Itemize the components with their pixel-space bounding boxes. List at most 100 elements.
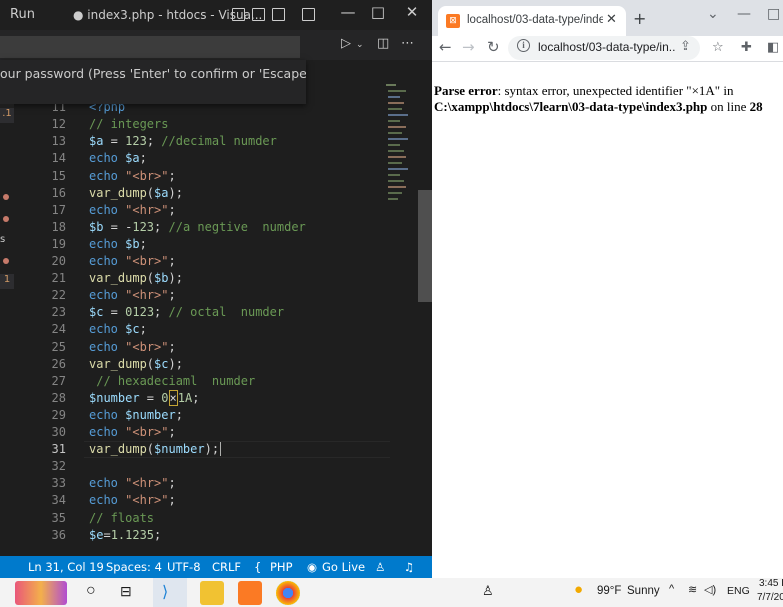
- tab-close-icon[interactable]: ✕: [606, 12, 617, 27]
- minimize-icon[interactable]: —: [737, 6, 751, 22]
- line-ending[interactable]: CRLF: [212, 560, 241, 574]
- toggle-sidebar-icon[interactable]: [232, 8, 245, 21]
- people-icon[interactable]: ♙: [482, 583, 494, 599]
- forward-icon[interactable]: →: [462, 38, 475, 56]
- code-line[interactable]: 36 $e=1.1235;: [14, 527, 418, 544]
- code-line[interactable]: 22 echo "<hr>";: [14, 287, 418, 304]
- code-line[interactable]: 24 echo $c;: [14, 321, 418, 338]
- site-info-icon[interactable]: i: [517, 39, 530, 52]
- code-line[interactable]: 33 echo "<hr>";: [14, 475, 418, 492]
- scrollbar-thumb[interactable]: [418, 190, 432, 302]
- code-line[interactable]: 20 echo "<br>";: [14, 253, 418, 270]
- file-explorer-icon[interactable]: [200, 581, 224, 605]
- new-tab-icon[interactable]: +: [633, 9, 646, 28]
- code-editor[interactable]: 1011<?php12// integers13$a = 123; //deci…: [14, 88, 418, 556]
- maximize-icon[interactable]: □: [368, 3, 388, 21]
- code-line[interactable]: 31 var_dump($number);: [14, 441, 418, 459]
- show-hidden-icons-icon[interactable]: ^: [669, 583, 674, 595]
- activity-badge[interactable]: 1: [0, 274, 14, 289]
- split-editor-icon[interactable]: ◫: [377, 36, 389, 51]
- code-line[interactable]: 28 $number = 0×1A;: [14, 389, 418, 407]
- close-icon[interactable]: ✕: [402, 3, 422, 21]
- address-bar[interactable]: i localhost/03-data-type/in... ⇪: [508, 36, 700, 60]
- line-number: 17: [51, 202, 66, 217]
- url-text[interactable]: localhost/03-data-type/in...: [538, 40, 676, 54]
- minimap[interactable]: [384, 80, 418, 210]
- cursor-position[interactable]: Ln 31, Col 19: [28, 560, 104, 574]
- error-line-number: 28: [749, 99, 763, 114]
- line-code: echo "<br>";: [89, 425, 176, 439]
- line-number: 32: [51, 459, 66, 474]
- line-code: echo $c;: [89, 322, 147, 337]
- tab-search-icon[interactable]: ⌄: [707, 6, 719, 22]
- line-number: 33: [51, 476, 66, 491]
- modified-dot: [3, 258, 9, 264]
- vscode-taskbar-button[interactable]: ⟩: [153, 578, 187, 607]
- line-code: var_dump($number);: [89, 442, 222, 457]
- extensions-icon[interactable]: ✚: [741, 40, 752, 55]
- more-actions-icon[interactable]: ⋯: [401, 36, 414, 51]
- task-view-icon[interactable]: ⊟: [120, 583, 132, 600]
- code-line[interactable]: 14 echo $a;: [14, 150, 418, 167]
- bookmark-star-icon[interactable]: ☆: [712, 40, 724, 55]
- line-code: echo "<br>";: [89, 168, 176, 183]
- wifi-icon[interactable]: ≋: [688, 583, 697, 596]
- code-line[interactable]: 26 var_dump($c);: [14, 356, 418, 373]
- clock-date[interactable]: 7/7/20: [757, 592, 783, 603]
- code-line[interactable]: 25 echo "<br>";: [14, 339, 418, 356]
- editor-scrollbar[interactable]: [418, 60, 432, 556]
- xampp-icon[interactable]: [238, 581, 262, 605]
- share-icon[interactable]: ⇪: [680, 39, 691, 54]
- status-bar: Ln 31, Col 19 Spaces: 4 UTF-8 CRLF { PHP…: [0, 556, 432, 578]
- maximize-icon[interactable]: □: [767, 6, 780, 22]
- editor-tab-bar: [0, 30, 432, 60]
- code-line[interactable]: 23 $c = 0123; // octal numder: [14, 304, 418, 321]
- chrome-icon[interactable]: [276, 581, 300, 605]
- code-line[interactable]: 19 echo $b;: [14, 236, 418, 253]
- chevron-down-icon[interactable]: ⌄: [356, 40, 364, 50]
- go-live-button[interactable]: Go Live: [322, 560, 365, 574]
- code-line[interactable]: 27 // hexadeciaml numder: [14, 373, 418, 390]
- run-icon[interactable]: ▷: [341, 36, 351, 51]
- code-line[interactable]: 15 echo "<br>";: [14, 168, 418, 185]
- code-line[interactable]: 21 var_dump($b);: [14, 270, 418, 287]
- code-line[interactable]: 16 var_dump($a);: [14, 185, 418, 202]
- modified-dot: [3, 194, 9, 200]
- minimize-icon[interactable]: —: [338, 3, 358, 21]
- temperature[interactable]: 99°F: [597, 585, 621, 597]
- menu-run[interactable]: Run: [10, 7, 35, 22]
- code-line[interactable]: 12 // integers: [14, 116, 418, 133]
- indentation[interactable]: Spaces: 4: [106, 560, 162, 574]
- side-panel-icon[interactable]: ◧: [767, 40, 779, 55]
- code-line[interactable]: 13 $a = 123; //decimal numder: [14, 133, 418, 150]
- activity-badge[interactable]: .1: [0, 108, 14, 123]
- encoding[interactable]: UTF-8: [167, 560, 201, 574]
- code-line[interactable]: 17 echo "<hr>";: [14, 202, 418, 219]
- browser-tab[interactable]: ⊠ localhost/03-data-type/index3.p ✕: [438, 6, 626, 36]
- back-icon[interactable]: ←: [439, 38, 452, 56]
- code-line[interactable]: 18 $b = -123; //a negtive numder: [14, 219, 418, 236]
- accounts-icon[interactable]: ♙: [375, 560, 385, 574]
- toggle-panel-icon[interactable]: [252, 8, 265, 21]
- notifications-icon[interactable]: ♫: [404, 560, 414, 574]
- weather-text[interactable]: Sunny: [627, 585, 660, 597]
- vscode-titlebar: Run ● index3.php - htdocs - Visua... — □…: [0, 0, 432, 30]
- line-code: echo $a;: [89, 151, 147, 166]
- language-mode[interactable]: PHP: [270, 560, 293, 574]
- code-line[interactable]: 32: [14, 458, 418, 475]
- widgets-icon[interactable]: [15, 581, 67, 605]
- code-line[interactable]: 35 // floats: [14, 510, 418, 527]
- command-input[interactable]: [0, 36, 300, 58]
- code-line[interactable]: 29 echo $number;: [14, 407, 418, 424]
- input-language[interactable]: ENG: [727, 585, 750, 597]
- search-icon[interactable]: ○: [86, 582, 96, 600]
- line-number: 31: [51, 442, 66, 457]
- code-line[interactable]: 30 echo "<br>";: [14, 424, 418, 441]
- customize-layout-icon[interactable]: [302, 8, 315, 21]
- reload-icon[interactable]: ↻: [487, 38, 500, 56]
- activity-bar: .1 s 1: [0, 104, 14, 556]
- clock-time[interactable]: 3:45 P: [759, 578, 783, 589]
- toggle-secondary-sidebar-icon[interactable]: [272, 8, 285, 21]
- code-line[interactable]: 34 echo "<hr>";: [14, 492, 418, 509]
- volume-icon[interactable]: ◁): [704, 583, 716, 596]
